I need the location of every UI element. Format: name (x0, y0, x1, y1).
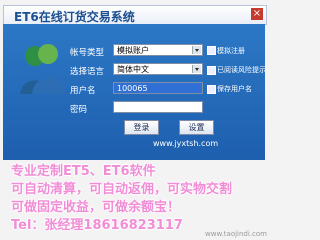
language-value: 简体中文 (117, 65, 149, 74)
avatar-head-front (38, 44, 58, 64)
promo-overlay: 专业定制ET5、ET6软件 可自动清算，可自动返佣，可实物交割 可做固定收益，可… (3, 160, 265, 233)
language-label: 选择语言 (70, 67, 105, 77)
language-select[interactable]: 简体中文 (113, 63, 203, 75)
login-button[interactable]: 登录 (124, 120, 159, 135)
website-url: www.jyxtsh.com (153, 139, 219, 148)
account-type-select[interactable]: 模拟账户 (113, 44, 203, 56)
password-label: 密码 (70, 105, 88, 115)
chevron-down-icon[interactable] (192, 65, 201, 73)
chevron-down-icon[interactable] (192, 46, 201, 54)
close-icon[interactable]: × (251, 8, 263, 20)
avatar-body-front (32, 77, 66, 94)
username-value: 100065 (117, 84, 148, 93)
option-one-checkbox[interactable] (207, 66, 216, 75)
username-label: 用户名 (70, 86, 96, 96)
option-link-label[interactable]: 模拟注册 (217, 46, 245, 56)
login-panel: 帐号类型 模拟账户 模拟注册 选择语言 简体中文 已阅读风险提示 用户名 100… (3, 24, 266, 160)
app-title: ET6在线订货交易系统 (14, 10, 135, 24)
username-input[interactable]: 100065 (113, 82, 203, 94)
titlebar: ET6在线订货交易系统 × (3, 5, 267, 25)
promo-line: Tel：张经理18616823117 (11, 218, 183, 233)
password-input[interactable] (113, 101, 203, 113)
promo-line: 可自动清算，可自动返佣，可实物交割 (11, 182, 233, 197)
account-type-value: 模拟账户 (117, 46, 149, 55)
watermark: www.taojindi.com (205, 230, 267, 238)
option-link-icon[interactable] (207, 46, 216, 55)
promo-line: 专业定制ET5、ET6软件 (11, 164, 156, 179)
account-type-label: 帐号类型 (70, 48, 105, 58)
promo-line: 可做固定收益，可做余额宝！ (11, 200, 181, 215)
save-username-checkbox[interactable] (207, 85, 216, 94)
save-username-label[interactable]: 保存用户名 (217, 84, 252, 94)
option-one-label[interactable]: 已阅读风险提示 (217, 65, 266, 75)
settings-button[interactable]: 设置 (179, 120, 214, 135)
user-avatar-logo (20, 44, 66, 94)
